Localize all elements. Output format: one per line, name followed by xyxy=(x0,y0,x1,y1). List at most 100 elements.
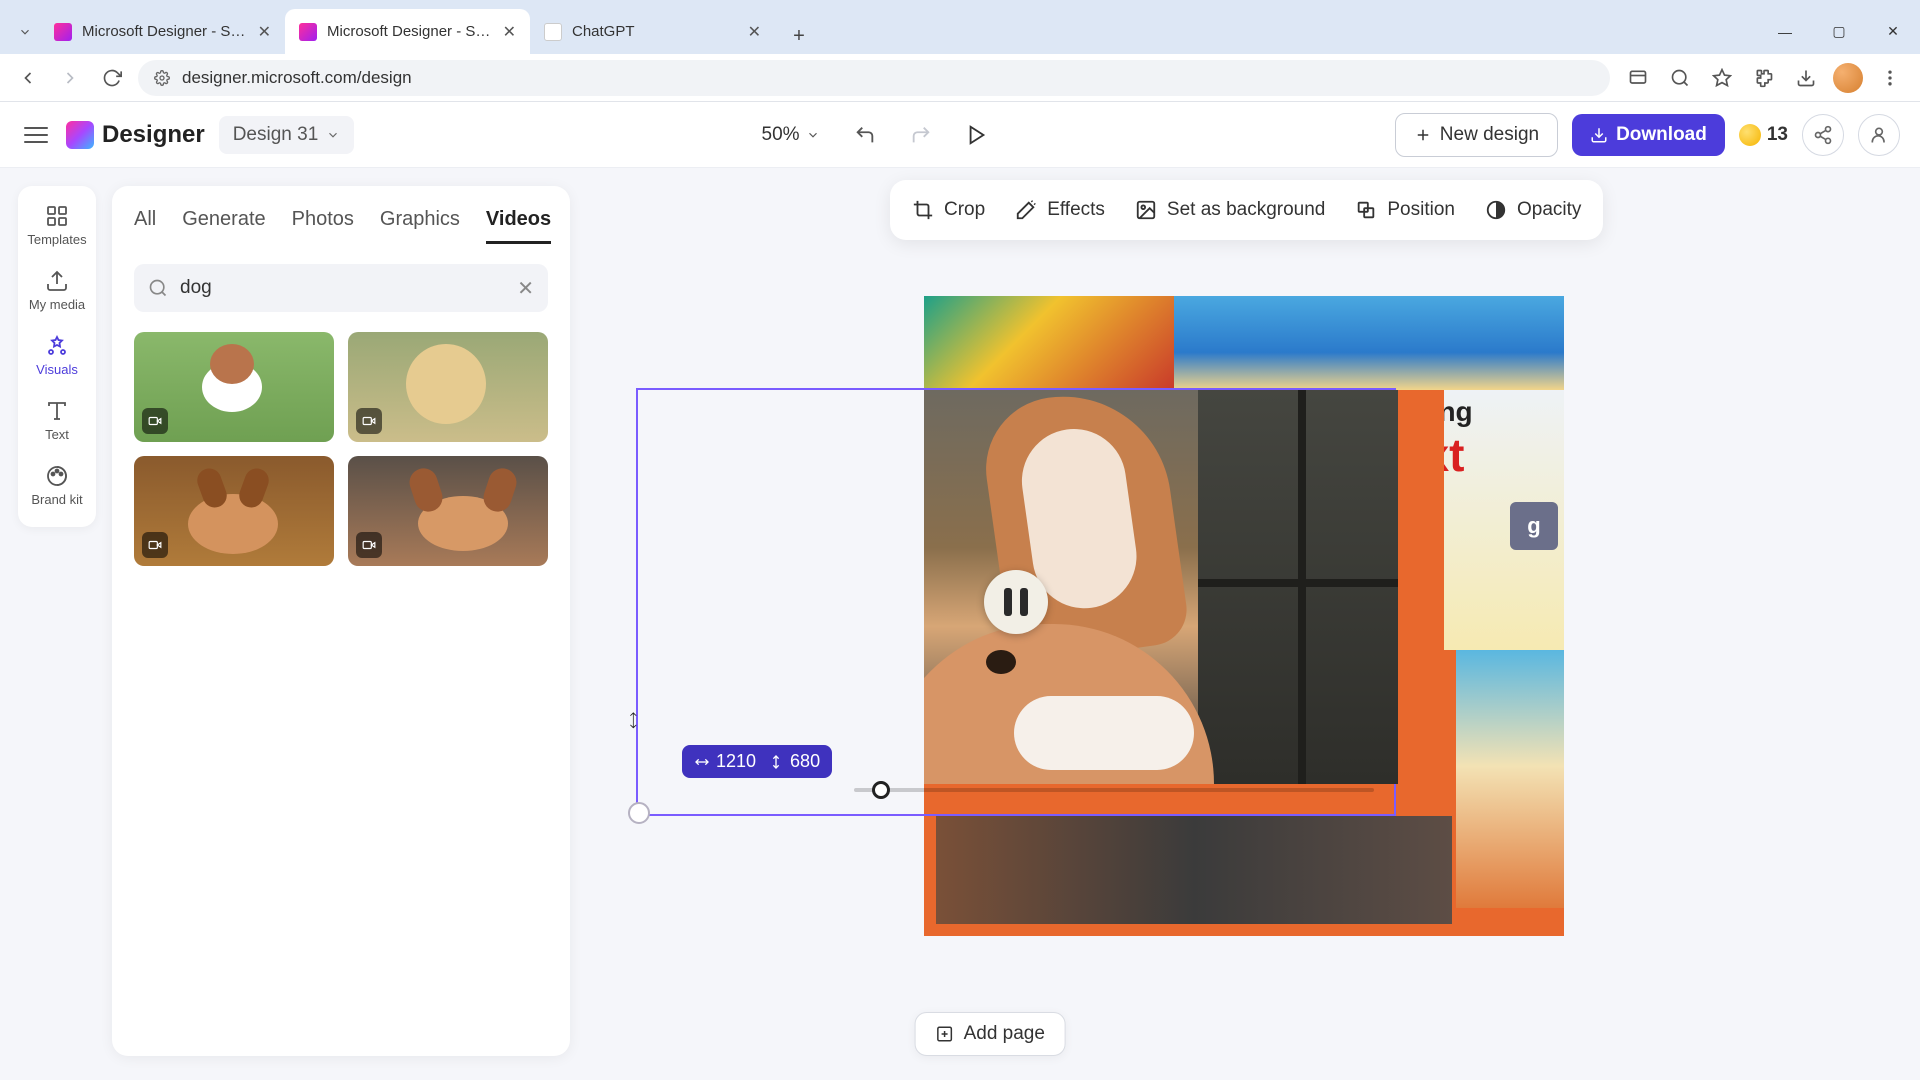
canvas-stage[interactable]: ading ext g xyxy=(636,268,1736,1028)
design-name-dropdown[interactable]: Design 31 xyxy=(219,116,355,154)
menu-icon[interactable] xyxy=(1872,60,1908,96)
close-icon[interactable]: ✕ xyxy=(503,22,516,42)
video-scrubber[interactable] xyxy=(854,788,1374,792)
video-thumb[interactable] xyxy=(348,456,548,566)
crop-button[interactable]: Crop xyxy=(912,199,985,221)
resize-cursor-icon: ⤡ xyxy=(622,710,644,732)
text-heading-1: ading xyxy=(1444,396,1558,428)
effects-icon xyxy=(1015,199,1037,221)
designer-favicon-icon xyxy=(299,23,317,41)
effects-label: Effects xyxy=(1047,199,1105,221)
canvas-image-top-right[interactable] xyxy=(1174,296,1564,390)
rail-item-brandkit[interactable]: Brand kit xyxy=(18,454,96,519)
new-tab-button[interactable]: + xyxy=(781,18,817,54)
hamburger-menu-button[interactable] xyxy=(20,119,52,151)
maximize-button[interactable]: ▢ xyxy=(1812,9,1866,54)
logo-text: Designer xyxy=(102,121,205,149)
bookmark-icon[interactable] xyxy=(1704,60,1740,96)
install-app-icon[interactable] xyxy=(1620,60,1656,96)
height-value: 680 xyxy=(790,751,820,772)
play-preview-button[interactable] xyxy=(958,116,996,154)
address-bar[interactable]: designer.microsoft.com/design xyxy=(138,60,1610,96)
site-info-icon[interactable] xyxy=(154,70,170,86)
account-button[interactable] xyxy=(1858,114,1900,156)
opacity-button[interactable]: Opacity xyxy=(1485,199,1581,221)
tab-search-icon[interactable] xyxy=(10,9,40,54)
text-heading-2: ext xyxy=(1444,428,1558,482)
pause-icon xyxy=(1004,588,1028,616)
designer-favicon-icon xyxy=(54,23,72,41)
clear-search-button[interactable]: ✕ xyxy=(517,276,534,301)
designer-logo[interactable]: Designer xyxy=(66,121,205,149)
undo-button[interactable] xyxy=(846,116,884,154)
rail-label: Templates xyxy=(27,232,86,247)
effects-button[interactable]: Effects xyxy=(1015,199,1105,221)
video-thumb[interactable] xyxy=(134,332,334,442)
add-page-button[interactable]: Add page xyxy=(915,1012,1066,1056)
chevron-down-icon xyxy=(326,128,340,142)
tab-graphics[interactable]: Graphics xyxy=(380,208,460,244)
video-badge-icon xyxy=(356,532,382,558)
upload-icon xyxy=(45,269,69,293)
new-design-button[interactable]: New design xyxy=(1395,113,1558,157)
canvas-image-bottom[interactable] xyxy=(936,816,1452,924)
video-results-grid xyxy=(134,332,548,566)
chevron-down-icon xyxy=(806,128,820,142)
add-page-label: Add page xyxy=(964,1023,1045,1045)
canvas-text-block[interactable]: ading ext g xyxy=(1444,390,1564,650)
selected-video-element[interactable]: 1210 680 ⤡ xyxy=(636,388,1396,816)
zoom-dropdown[interactable]: 50% xyxy=(754,118,828,152)
extensions-icon[interactable] xyxy=(1746,60,1782,96)
rail-item-mymedia[interactable]: My media xyxy=(18,259,96,324)
set-background-button[interactable]: Set as background xyxy=(1135,199,1325,221)
forward-button[interactable] xyxy=(54,62,86,94)
tab-generate[interactable]: Generate xyxy=(182,208,265,244)
close-icon[interactable]: ✕ xyxy=(258,22,271,42)
opacity-label: Opacity xyxy=(1517,199,1581,221)
canvas-image-right[interactable] xyxy=(1456,650,1564,908)
downloads-icon[interactable] xyxy=(1788,60,1824,96)
close-icon[interactable]: ✕ xyxy=(748,22,761,42)
set-bg-label: Set as background xyxy=(1167,199,1325,221)
video-badge-icon xyxy=(356,408,382,434)
search-field-wrap: ✕ xyxy=(134,264,548,312)
video-thumb[interactable] xyxy=(134,456,334,566)
credits-counter[interactable]: 13 xyxy=(1739,124,1788,146)
design-name: Design 31 xyxy=(233,124,319,146)
download-label: Download xyxy=(1616,124,1707,146)
zoom-icon[interactable] xyxy=(1662,60,1698,96)
rail-item-text[interactable]: Text xyxy=(18,389,96,454)
canvas-image-top-left[interactable] xyxy=(924,296,1174,390)
search-input[interactable] xyxy=(180,277,505,299)
scrubber-handle[interactable] xyxy=(872,781,890,799)
browser-tab-active[interactable]: Microsoft Designer - Stunning ✕ xyxy=(285,9,530,54)
browser-tab[interactable]: ChatGPT ✕ xyxy=(530,9,775,54)
height-icon xyxy=(768,754,784,770)
close-window-button[interactable]: ✕ xyxy=(1866,9,1920,54)
video-badge-icon xyxy=(142,532,168,558)
width-icon xyxy=(694,754,710,770)
download-button[interactable]: Download xyxy=(1572,114,1725,156)
share-button[interactable] xyxy=(1802,114,1844,156)
tab-photos[interactable]: Photos xyxy=(292,208,354,244)
tab-title: ChatGPT xyxy=(572,23,738,40)
rail-item-visuals[interactable]: Visuals xyxy=(18,324,96,389)
crop-icon xyxy=(912,199,934,221)
tab-videos[interactable]: Videos xyxy=(486,208,551,244)
tab-all[interactable]: All xyxy=(134,208,156,244)
rail-item-templates[interactable]: Templates xyxy=(18,194,96,259)
video-thumb[interactable] xyxy=(348,332,548,442)
profile-avatar[interactable] xyxy=(1830,60,1866,96)
minimize-button[interactable]: ― xyxy=(1758,9,1812,54)
designer-logo-icon xyxy=(66,121,94,149)
reload-button[interactable] xyxy=(96,62,128,94)
browser-tab[interactable]: Microsoft Designer - Stunning ✕ xyxy=(40,9,285,54)
resize-handle-bl[interactable] xyxy=(628,802,650,824)
back-button[interactable] xyxy=(12,62,44,94)
position-icon xyxy=(1355,199,1377,221)
redo-button[interactable] xyxy=(902,116,940,154)
pause-button[interactable] xyxy=(984,570,1048,634)
text-icon xyxy=(45,399,69,423)
position-button[interactable]: Position xyxy=(1355,199,1455,221)
video-badge-icon xyxy=(142,408,168,434)
